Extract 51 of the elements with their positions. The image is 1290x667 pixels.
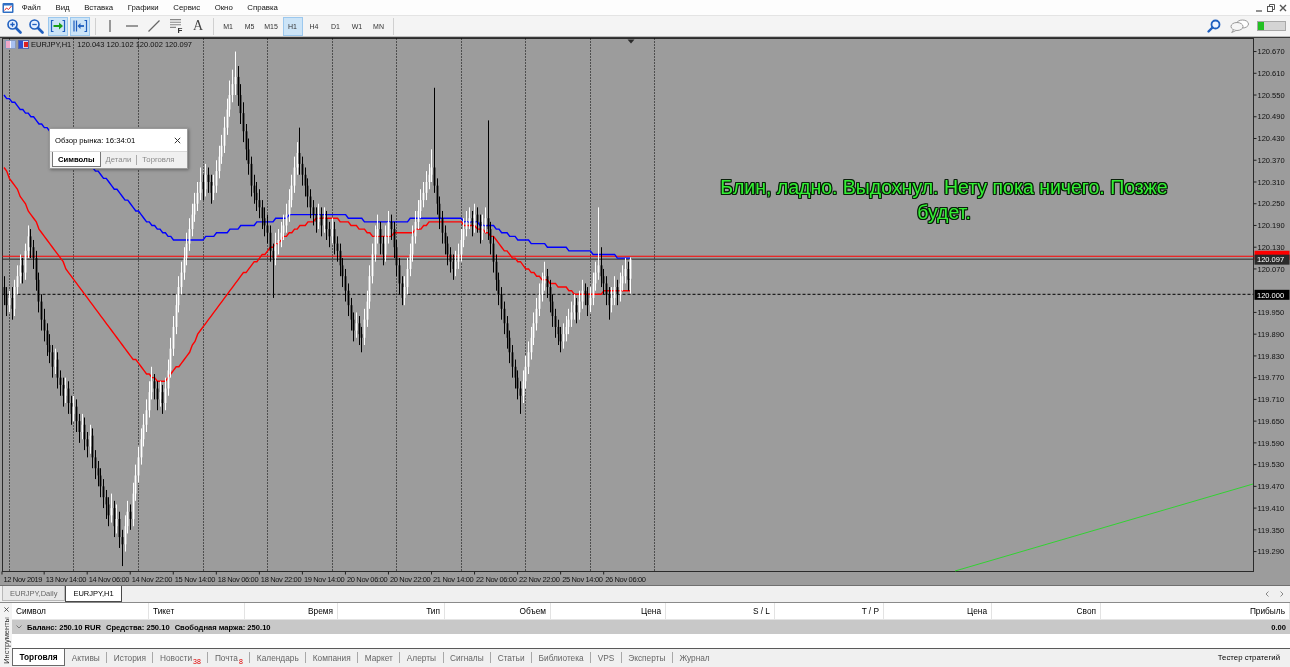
terminal-tab[interactable]: Сигналы: [443, 649, 491, 666]
horizontal-line-icon: [126, 25, 138, 27]
flag-icon: [18, 40, 29, 49]
terminal-tab[interactable]: Журнал: [672, 649, 717, 666]
terminal-tab[interactable]: Статьи: [491, 649, 532, 666]
autoscroll-button[interactable]: [70, 16, 90, 36]
close-icon[interactable]: [173, 135, 182, 145]
fibonacci-tool-button[interactable]: F: [166, 16, 186, 36]
column-header[interactable]: Цена: [884, 603, 992, 619]
search-icon[interactable]: [1206, 18, 1222, 34]
horizontal-lines-icon: [169, 19, 181, 28]
diagonal-line-icon: [148, 20, 160, 32]
column-header[interactable]: S / L: [666, 603, 775, 619]
column-header[interactable]: T / P: [775, 603, 884, 619]
terminal-tab[interactable]: Торговля: [12, 649, 66, 666]
column-header[interactable]: Своп: [992, 603, 1101, 619]
chevron-down-icon[interactable]: [15, 624, 23, 630]
column-header[interactable]: Тикет: [149, 603, 245, 619]
column-header[interactable]: Символ: [12, 603, 149, 619]
zoom-in-button[interactable]: [4, 16, 24, 36]
vertical-line-icon: [109, 20, 111, 32]
column-header[interactable]: Время: [245, 603, 338, 619]
terminal-tab[interactable]: Маркет: [358, 649, 400, 666]
column-header[interactable]: Прибыль: [1101, 603, 1290, 619]
chevron-right-icon[interactable]: [1279, 590, 1285, 598]
terminal-tab[interactable]: История: [107, 649, 153, 666]
column-header[interactable]: Цена: [551, 603, 666, 619]
zoom-out-icon: [28, 18, 44, 34]
bracket-arrow-icon: [50, 18, 66, 34]
zoom-out-button[interactable]: [26, 16, 46, 36]
bars-arrow-icon: [72, 18, 88, 34]
text-tool-button[interactable]: A: [188, 16, 208, 36]
terminal-tab[interactable]: VPS: [591, 649, 621, 666]
close-icon[interactable]: [1278, 2, 1288, 13]
chart-shift-button[interactable]: [48, 16, 68, 36]
terminal-tab[interactable]: Библиотека: [532, 649, 591, 666]
terminal-tab[interactable]: Компания: [306, 649, 358, 666]
panel-icon: [5, 40, 16, 49]
column-header[interactable]: Объем: [445, 603, 551, 619]
zoom-in-icon: [6, 18, 22, 34]
chart-comment-text: Блин, ладно. Выдохнул. Нету пока ничего. Позже будет.: [719, 175, 1169, 225]
terminal-tab[interactable]: Алерты: [400, 649, 443, 666]
column-header[interactable]: Тип: [338, 603, 445, 619]
restore-window-icon[interactable]: [1266, 2, 1276, 13]
terminal-tab[interactable]: Активы: [65, 649, 107, 666]
terminal-tab[interactable]: Эксперты: [621, 649, 672, 666]
speech-bubbles-icon[interactable]: [1230, 19, 1250, 33]
connection-status-icon: [1257, 21, 1286, 31]
close-icon[interactable]: [2, 606, 10, 613]
chevron-left-icon[interactable]: [1264, 590, 1270, 598]
terminal-tab[interactable]: Календарь: [250, 649, 306, 666]
